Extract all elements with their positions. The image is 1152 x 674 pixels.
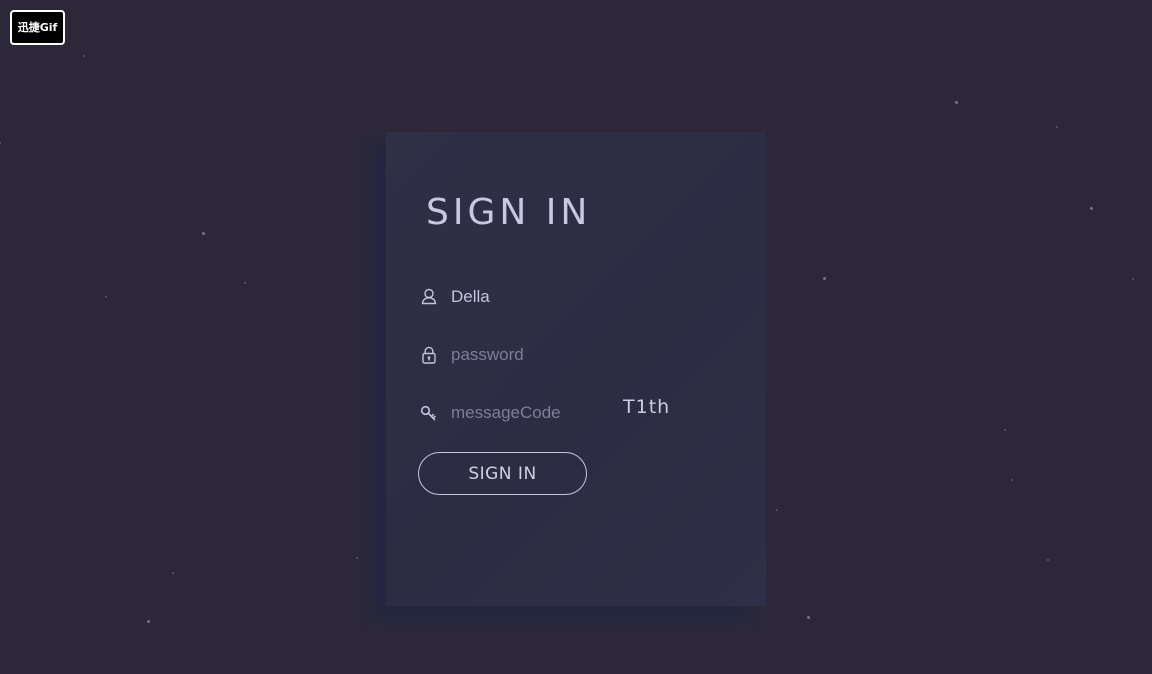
message-code-field [418, 401, 718, 425]
star-dot [1131, 277, 1135, 281]
watermark-logo: 迅捷Gif [10, 10, 65, 45]
star-dot [1011, 479, 1013, 481]
star-dot [0, 141, 2, 145]
star-dot [1047, 559, 1049, 561]
username-field [418, 285, 718, 309]
star-dot [1089, 206, 1093, 210]
star-dot [105, 296, 107, 298]
password-field [418, 343, 718, 367]
captcha-code[interactable]: T1th [623, 396, 670, 418]
star-dot [775, 508, 779, 512]
star-dot [172, 572, 174, 574]
star-dot [954, 100, 958, 104]
star-dot [83, 55, 85, 57]
star-dot [146, 619, 150, 623]
sign-in-button[interactable]: SIGN IN [418, 452, 587, 495]
message-code-input[interactable] [451, 401, 619, 425]
star-dot [355, 556, 359, 560]
lock-icon [422, 346, 436, 364]
login-card: SIGN IN T1th SIGN IN [386, 132, 766, 606]
star-dot [822, 276, 826, 280]
key-icon [420, 405, 436, 421]
star-dot [1055, 125, 1059, 129]
star-dot [1004, 429, 1006, 431]
user-icon [421, 288, 437, 305]
password-input[interactable] [451, 343, 619, 367]
username-input[interactable] [451, 285, 619, 309]
star-dot [244, 282, 246, 284]
page-title: SIGN IN [426, 192, 592, 233]
star-dot [201, 231, 205, 235]
star-dot [806, 615, 810, 619]
